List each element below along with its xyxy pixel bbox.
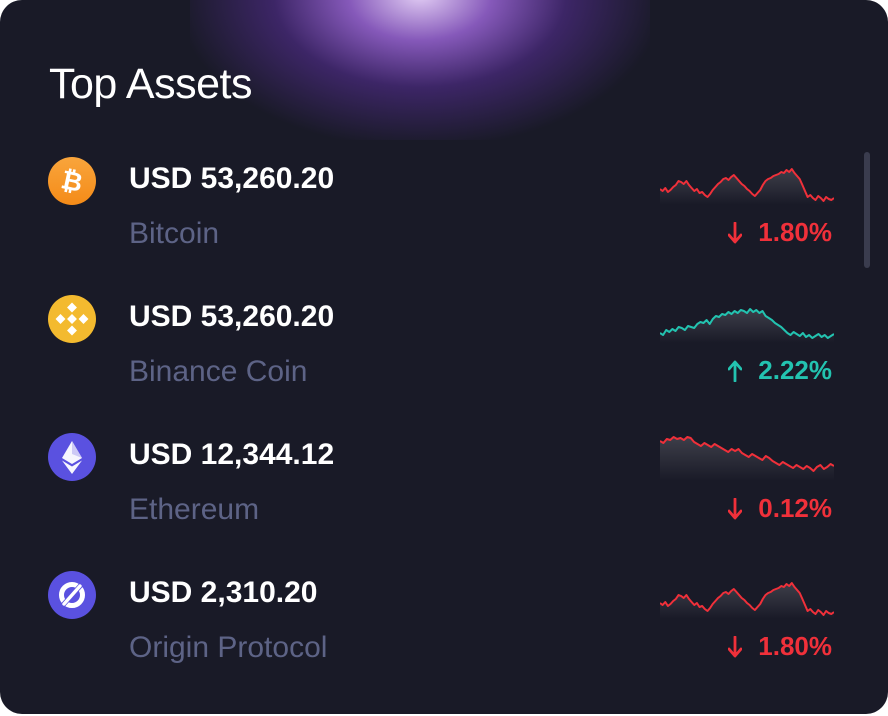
asset-price: USD 2,310.20 [129,576,318,609]
binance-icon [48,295,96,343]
price-change: 2.22% [728,355,832,386]
arrow-up-icon [728,360,743,382]
arrow-down-icon [728,635,743,657]
price-change: 1.80% [728,631,832,662]
asset-name: Ethereum [129,493,260,526]
price-sparkline [660,436,834,481]
asset-price: USD 53,260.20 [129,162,335,195]
price-change: 1.80% [728,217,832,248]
top-assets-card: Top Assets ₿ USD 53,260.20 Bitcoin 1.80% [0,0,888,714]
asset-price: USD 53,260.20 [129,300,335,333]
scrollbar[interactable] [864,152,870,268]
sparkline-area [660,583,834,619]
origin-protocol-icon [48,571,96,619]
asset-name: Origin Protocol [129,631,328,664]
asset-name: Bitcoin [129,217,220,250]
arrow-down-icon [728,221,743,243]
bitcoin-icon: ₿ [48,157,96,205]
asset-name: Binance Coin [129,355,308,388]
page-title: Top Assets [49,60,252,108]
price-sparkline [660,582,834,619]
price-sparkline [660,308,834,343]
price-sparkline [660,168,834,205]
asset-row-origin-protocol[interactable]: USD 2,310.20 Origin Protocol 1.80% [0,571,860,681]
price-change-value: 1.80% [758,631,832,661]
sparkline-area [660,169,834,205]
price-change: 0.12% [728,493,832,524]
asset-price: USD 12,344.12 [129,438,335,471]
price-change-value: 2.22% [758,355,832,385]
price-change-value: 0.12% [758,493,832,523]
asset-row-bitcoin[interactable]: ₿ USD 53,260.20 Bitcoin 1.80% [0,157,860,267]
asset-row-ethereum[interactable]: USD 12,344.12 Ethereum 0.12% [0,433,860,543]
sparkline-area [660,309,834,343]
ethereum-icon [48,433,96,481]
asset-row-binance-coin[interactable]: USD 53,260.20 Binance Coin 2.22% [0,295,860,405]
background-glow [190,0,650,140]
sparkline-area [660,437,834,481]
arrow-down-icon [728,497,743,519]
price-change-value: 1.80% [758,217,832,247]
